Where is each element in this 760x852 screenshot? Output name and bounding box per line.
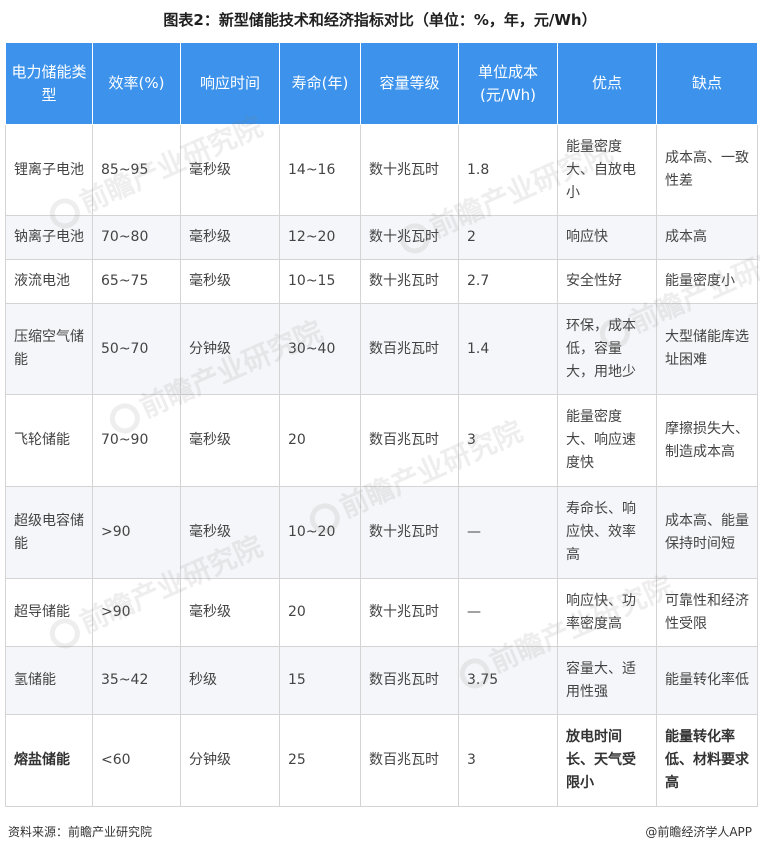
cell-pros: 环保，成本低，容量大，用地少 <box>557 303 657 395</box>
cell-cost: 3.75 <box>458 646 558 715</box>
cell-capacity: 数百兆瓦时 <box>360 714 459 807</box>
cell-pros: 容量大、适用性强 <box>557 646 657 715</box>
cell-efficiency: >90 <box>92 578 181 647</box>
cell-cons: 能量转化率低、材料要求高 <box>656 714 758 807</box>
table-header-row: 电力储能类型 效率(%) 响应时间 寿命(年) 容量等级 单位成本(元/Wh) … <box>5 42 758 125</box>
cell-type: 锂离子电池 <box>5 124 93 216</box>
table-row: 氢储能 35~42 秒级 15 数百兆瓦时 3.75 容量大、适用性强 能量转化… <box>5 646 758 715</box>
cell-life: 20 <box>279 578 361 647</box>
table-row: 钠离子电池 70~80 毫秒级 12~20 数十兆瓦时 2 响应快 成本高 <box>5 215 758 260</box>
cell-capacity: 数百兆瓦时 <box>360 303 459 395</box>
cell-efficiency: 70~90 <box>92 394 181 487</box>
footer: 资料来源：前瞻产业研究院 @前瞻经济学人APP <box>8 821 752 843</box>
cell-response: 分钟级 <box>180 303 280 395</box>
cell-response: 毫秒级 <box>180 394 280 487</box>
cell-life: 10~20 <box>279 486 361 579</box>
cell-cons: 能量转化率低 <box>656 646 758 715</box>
cell-life: 20 <box>279 394 361 487</box>
cell-life: 10~15 <box>279 259 361 304</box>
cell-response: 毫秒级 <box>180 215 280 260</box>
cell-cost: 3 <box>458 714 558 807</box>
table-row: 熔盐储能 <60 分钟级 25 数百兆瓦时 3 放电时间长、天气受限小 能量转化… <box>5 714 758 807</box>
cell-type: 氢储能 <box>5 646 93 715</box>
cell-life: 30~40 <box>279 303 361 395</box>
cell-type: 液流电池 <box>5 259 93 304</box>
cell-capacity: 数十兆瓦时 <box>360 215 459 260</box>
cell-capacity: 数百兆瓦时 <box>360 394 459 487</box>
cell-response: 毫秒级 <box>180 578 280 647</box>
cell-cons: 大型储能库选址困难 <box>656 303 758 395</box>
cell-cons: 成本高、一致性差 <box>656 124 758 216</box>
cell-life: 14~16 <box>279 124 361 216</box>
brand-label: @前瞻经济学人APP <box>645 825 752 839</box>
header-life: 寿命(年) <box>279 42 361 125</box>
cell-capacity: 数十兆瓦时 <box>360 124 459 216</box>
cell-cost: 2.7 <box>458 259 558 304</box>
cell-pros: 响应快 <box>557 215 657 260</box>
table-row: 锂离子电池 85~95 毫秒级 14~16 数十兆瓦时 1.8 能量密度大、自放… <box>5 124 758 216</box>
cell-life: 12~20 <box>279 215 361 260</box>
header-pros: 优点 <box>557 42 657 125</box>
cell-efficiency: 35~42 <box>92 646 181 715</box>
cell-response: 秒级 <box>180 646 280 715</box>
table-row: 飞轮储能 70~90 毫秒级 20 数百兆瓦时 3 能量密度大、响应速度快 摩擦… <box>5 394 758 487</box>
cell-type: 钠离子电池 <box>5 215 93 260</box>
cell-efficiency: 65~75 <box>92 259 181 304</box>
comparison-table: 电力储能类型 效率(%) 响应时间 寿命(年) 容量等级 单位成本(元/Wh) … <box>5 42 758 807</box>
cell-life: 15 <box>279 646 361 715</box>
cell-efficiency: 50~70 <box>92 303 181 395</box>
chart-title: 图表2：新型储能技术和经济指标对比（单位：%，年，元/Wh） <box>163 11 597 29</box>
cell-cost: 3 <box>458 394 558 487</box>
table-row: 超级电容储能 >90 毫秒级 10~20 数十兆瓦时 — 寿命长、响应快、效率高… <box>5 486 758 579</box>
table-row: 压缩空气储能 50~70 分钟级 30~40 数百兆瓦时 1.4 环保，成本低，… <box>5 303 758 395</box>
source-note: 资料来源：前瞻产业研究院 <box>8 825 153 839</box>
cell-pros: 能量密度大、响应速度快 <box>557 394 657 487</box>
cell-cons: 能量密度小 <box>656 259 758 304</box>
cell-type: 超级电容储能 <box>5 486 93 579</box>
cell-pros: 安全性好 <box>557 259 657 304</box>
header-efficiency: 效率(%) <box>92 42 181 125</box>
cell-type: 压缩空气储能 <box>5 303 93 395</box>
cell-cons: 成本高 <box>656 215 758 260</box>
header-capacity: 容量等级 <box>360 42 459 125</box>
cell-type: 超导储能 <box>5 578 93 647</box>
cell-cost: — <box>458 486 558 579</box>
header-cost: 单位成本(元/Wh) <box>458 42 558 125</box>
cell-efficiency: >90 <box>92 486 181 579</box>
cell-response: 分钟级 <box>180 714 280 807</box>
header-cons: 缺点 <box>656 42 758 125</box>
cell-efficiency: 85~95 <box>92 124 181 216</box>
cell-response: 毫秒级 <box>180 486 280 579</box>
cell-pros: 寿命长、响应快、效率高 <box>557 486 657 579</box>
header-type: 电力储能类型 <box>5 42 93 125</box>
header-response: 响应时间 <box>180 42 280 125</box>
cell-capacity: 数百兆瓦时 <box>360 646 459 715</box>
cell-cost: — <box>458 578 558 647</box>
cell-response: 毫秒级 <box>180 124 280 216</box>
cell-efficiency: 70~80 <box>92 215 181 260</box>
cell-response: 毫秒级 <box>180 259 280 304</box>
cell-cons: 摩擦损失大、制造成本高 <box>656 394 758 487</box>
cell-cost: 2 <box>458 215 558 260</box>
cell-cons: 可靠性和经济性受限 <box>656 578 758 647</box>
cell-cons: 成本高、能量保持时间短 <box>656 486 758 579</box>
table-row: 液流电池 65~75 毫秒级 10~15 数十兆瓦时 2.7 安全性好 能量密度… <box>5 259 758 304</box>
cell-capacity: 数十兆瓦时 <box>360 578 459 647</box>
cell-type: 飞轮储能 <box>5 394 93 487</box>
cell-cost: 1.8 <box>458 124 558 216</box>
cell-efficiency: <60 <box>92 714 181 807</box>
cell-capacity: 数十兆瓦时 <box>360 259 459 304</box>
cell-cost: 1.4 <box>458 303 558 395</box>
cell-life: 25 <box>279 714 361 807</box>
cell-pros: 响应快、功率密度高 <box>557 578 657 647</box>
cell-type: 熔盐储能 <box>5 714 93 807</box>
cell-pros: 能量密度大、自放电小 <box>557 124 657 216</box>
cell-capacity: 数十兆瓦时 <box>360 486 459 579</box>
table-row: 超导储能 >90 毫秒级 20 数十兆瓦时 — 响应快、功率密度高 可靠性和经济… <box>5 578 758 647</box>
cell-pros: 放电时间长、天气受限小 <box>557 714 657 807</box>
